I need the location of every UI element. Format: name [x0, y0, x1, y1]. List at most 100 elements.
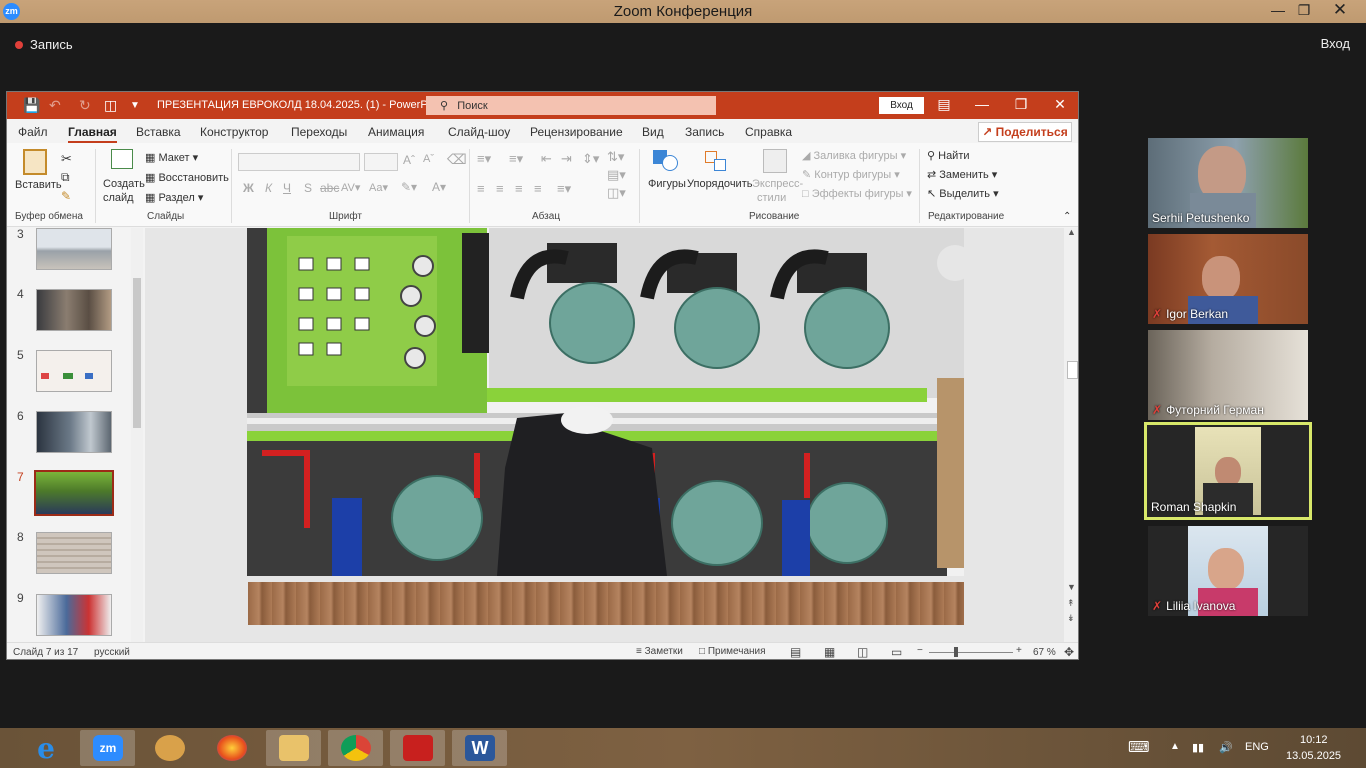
slide-thumbnail[interactable] [36, 532, 112, 574]
quick-styles-label-1[interactable]: Экспресс- [752, 178, 803, 190]
network-icon[interactable]: ▮▮ [1192, 741, 1204, 754]
new-slide-icon[interactable] [111, 149, 133, 169]
text-direction-icon[interactable]: ⇅▾ [607, 149, 624, 165]
grow-font-icon[interactable]: Aˆ [403, 153, 415, 167]
notes-button[interactable]: ≡ Заметки [636, 646, 683, 657]
clock-time[interactable]: 10:12 [1300, 734, 1328, 746]
numbering-icon[interactable]: ≡▾ [509, 151, 523, 167]
keyboard-icon[interactable]: ⌨ [1128, 738, 1150, 756]
taskbar-internet-explorer[interactable]: e [18, 730, 73, 766]
line-spacing-icon[interactable]: ⇕▾ [582, 151, 599, 167]
shrink-font-icon[interactable]: Aˇ [423, 153, 434, 165]
taskbar-file-explorer[interactable] [266, 730, 321, 766]
copy-icon[interactable]: ⧉ [61, 170, 70, 185]
quick-styles-icon[interactable] [763, 149, 787, 173]
close-icon[interactable]: ✕ [1326, 0, 1354, 20]
slide-thumbnail[interactable] [36, 350, 112, 392]
exit-button[interactable]: Вход [1321, 36, 1350, 51]
volume-icon[interactable]: 🔊 [1219, 741, 1233, 754]
search-box[interactable]: ⚲ Поиск [426, 96, 716, 115]
reset-button[interactable]: ▦ Восстановить [145, 171, 229, 184]
slideshow-view-icon[interactable]: ▭ [891, 645, 902, 659]
underline-icon[interactable]: Ч [283, 181, 291, 195]
collapse-ribbon-icon[interactable]: ⌃ [1063, 211, 1071, 222]
shape-effects-button[interactable]: □ Эффекты фигуры ▾ [802, 187, 912, 200]
font-color-icon[interactable]: A▾ [432, 180, 446, 194]
tab-review[interactable]: Рецензирование [530, 125, 623, 139]
normal-view-icon[interactable]: ▤ [790, 645, 801, 659]
scroll-up-icon[interactable]: ▲ [1067, 227, 1076, 237]
char-spacing-icon[interactable]: AV▾ [341, 181, 360, 194]
slide-thumbnail-selected[interactable] [34, 470, 114, 516]
share-button[interactable]: ↗ Поделиться [978, 122, 1072, 142]
taskbar-outlook[interactable] [142, 730, 197, 766]
language-indicator[interactable]: русский [94, 647, 130, 658]
show-hidden-icons-icon[interactable]: ▲ [1170, 741, 1180, 752]
smartart-icon[interactable]: ◫▾ [607, 185, 626, 201]
maximize-icon[interactable]: ❐ [1290, 2, 1318, 19]
layout-button[interactable]: ▦ Макет ▾ [145, 151, 198, 164]
next-slide-icon[interactable]: ↡ [1067, 613, 1075, 624]
zoom-out-icon[interactable]: − [917, 645, 923, 656]
quick-styles-label-2[interactable]: стили [757, 192, 786, 204]
slide-scrollbar[interactable]: ▲ ▼ ↟ ↡ [1064, 227, 1078, 642]
tab-design[interactable]: Конструктор [200, 125, 268, 139]
customize-qat-icon[interactable]: ▼ [130, 100, 140, 111]
ppt-close-icon[interactable]: ✕ [1050, 96, 1070, 113]
participant-tile[interactable]: ✗ Футорний Герман [1148, 330, 1308, 420]
taskbar-word[interactable]: W [452, 730, 507, 766]
taskbar-chrome[interactable] [328, 730, 383, 766]
arrange-button[interactable]: Упорядочить [687, 178, 752, 190]
taskbar-firefox[interactable] [204, 730, 259, 766]
strikethrough-icon[interactable]: abc [320, 181, 339, 195]
align-right-icon[interactable]: ≡ [515, 181, 523, 196]
paste-button[interactable]: Вставить [15, 179, 62, 191]
minimize-icon[interactable]: — [1264, 2, 1292, 18]
fit-slide-icon[interactable]: ✥ [1064, 645, 1074, 659]
recording-indicator[interactable]: Запись [15, 37, 73, 52]
clear-format-icon[interactable]: ⌫ [447, 151, 467, 168]
align-center-icon[interactable]: ≡ [496, 181, 504, 196]
zoom-slider[interactable] [929, 652, 1013, 653]
italic-icon[interactable]: К [265, 181, 272, 195]
bullets-icon[interactable]: ≡▾ [477, 151, 491, 167]
reading-view-icon[interactable]: ◫ [857, 645, 868, 659]
undo-icon[interactable]: ↶ [49, 97, 61, 114]
font-size-select[interactable] [364, 153, 398, 171]
current-slide[interactable] [247, 228, 964, 576]
save-icon[interactable]: 💾 [23, 97, 40, 114]
ppt-minimize-icon[interactable]: — [972, 96, 992, 112]
highlight-icon[interactable]: ✎▾ [401, 180, 417, 194]
present-icon[interactable]: ◫ [104, 97, 117, 114]
participant-tile[interactable]: ✗ Igor Berkan [1148, 234, 1308, 324]
columns-icon[interactable]: ≡▾ [557, 181, 571, 197]
redo-icon[interactable]: ↻ [79, 97, 91, 114]
font-name-select[interactable] [238, 153, 360, 171]
change-case-icon[interactable]: Aa▾ [369, 181, 388, 194]
zoom-slider-thumb[interactable] [954, 647, 958, 657]
previous-slide-icon[interactable]: ↟ [1067, 598, 1075, 609]
format-painter-icon[interactable]: ✎ [61, 189, 71, 203]
next-slide-preview[interactable] [248, 582, 964, 625]
align-left-icon[interactable]: ≡ [477, 181, 485, 196]
tab-help[interactable]: Справка [745, 125, 792, 139]
tab-insert[interactable]: Вставка [136, 125, 181, 139]
tab-view[interactable]: Вид [642, 125, 664, 139]
tab-animations[interactable]: Анимация [368, 125, 424, 139]
ppt-restore-icon[interactable]: ❐ [1011, 96, 1031, 113]
language-indicator[interactable]: ENG [1245, 741, 1269, 753]
replace-button[interactable]: ⇄ Заменить ▾ [927, 168, 997, 181]
increase-indent-icon[interactable]: ⇥ [561, 151, 572, 167]
zoom-in-icon[interactable]: + [1016, 645, 1022, 656]
zoom-level[interactable]: 67 % [1033, 647, 1056, 658]
new-slide-label-1[interactable]: Создать [103, 178, 145, 190]
tab-home[interactable]: Главная [68, 125, 117, 144]
ribbon-display-icon[interactable]: ▤ [934, 96, 954, 113]
tab-record[interactable]: Запись [685, 125, 724, 139]
section-button[interactable]: ▦ Раздел ▾ [145, 191, 203, 204]
clock-date[interactable]: 13.05.2025 [1286, 750, 1341, 762]
slide-thumbnail[interactable] [36, 411, 112, 453]
find-button[interactable]: ⚲ Найти [927, 149, 970, 162]
scroll-down-icon[interactable]: ▼ [1067, 582, 1076, 592]
paste-icon[interactable] [23, 149, 47, 175]
